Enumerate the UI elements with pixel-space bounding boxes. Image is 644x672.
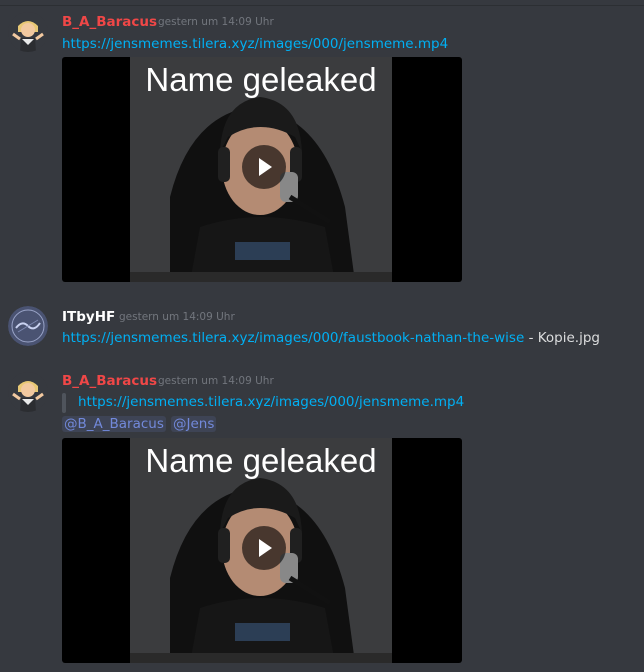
video-caption: Name geleaked bbox=[145, 442, 377, 479]
mention-jens[interactable]: @Jens bbox=[171, 416, 217, 432]
avatar-b-a-baracus[interactable] bbox=[8, 372, 48, 412]
avatar-itbyhf[interactable] bbox=[8, 306, 48, 346]
message-timestamp: gestern um 14:09 Uhr bbox=[158, 375, 274, 387]
message-timestamp: gestern um 14:09 Uhr bbox=[119, 311, 235, 323]
itbyhf-logo-avatar-icon bbox=[8, 306, 48, 346]
message-author[interactable]: ITbyHF bbox=[62, 309, 115, 325]
message-timestamp: gestern um 14:09 Uhr bbox=[158, 16, 274, 28]
mention-b-a-baracus[interactable]: @B_A_Baracus bbox=[62, 416, 166, 432]
video-caption: Name geleaked bbox=[145, 61, 377, 98]
play-icon[interactable] bbox=[242, 145, 286, 189]
quote-bar bbox=[62, 393, 66, 413]
quoted-link[interactable]: https://jensmemes.tilera.xyz/images/000/… bbox=[78, 394, 464, 410]
message-link[interactable]: https://jensmemes.tilera.xyz/images/000/… bbox=[62, 330, 524, 346]
channel-top-divider bbox=[0, 5, 644, 6]
shrug-emoji-avatar-icon bbox=[8, 12, 48, 52]
shrug-emoji-avatar-icon bbox=[8, 372, 48, 412]
message-link-suffix: - Kopie.jpg bbox=[524, 330, 600, 346]
video-embed[interactable]: Name geleaked bbox=[62, 438, 462, 663]
message-content: https://jensmemes.tilera.xyz/images/000/… bbox=[62, 330, 600, 346]
message-author[interactable]: B_A_Baracus bbox=[62, 14, 157, 30]
avatar-b-a-baracus[interactable] bbox=[8, 12, 48, 52]
message-author[interactable]: B_A_Baracus bbox=[62, 373, 157, 389]
video-embed[interactable]: Name geleaked bbox=[62, 57, 462, 282]
play-icon[interactable] bbox=[242, 526, 286, 570]
message-link[interactable]: https://jensmemes.tilera.xyz/images/000/… bbox=[62, 36, 448, 52]
